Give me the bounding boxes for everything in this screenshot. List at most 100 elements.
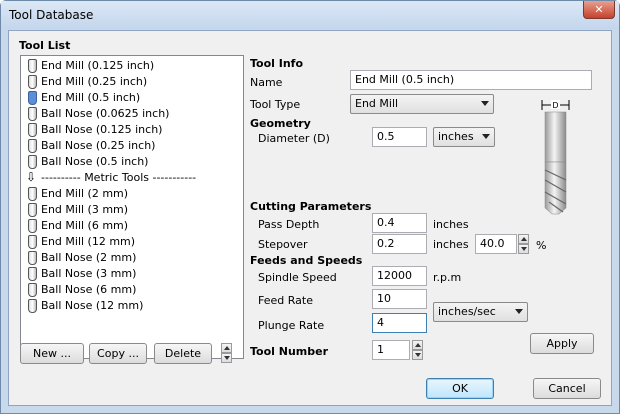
tool-number-field[interactable]: 1 bbox=[372, 340, 410, 360]
feed-rate-label: Feed Rate bbox=[258, 294, 313, 307]
plunge-rate-label: Plunge Rate bbox=[258, 319, 325, 332]
list-item-label: Ball Nose (6 mm) bbox=[41, 283, 137, 296]
tool-database-window: Tool Database ✕ Tool List End Mill (0.12… bbox=[0, 0, 620, 414]
dialog-body: Tool List End Mill (0.125 inch) End Mill … bbox=[8, 30, 612, 406]
list-item[interactable]: End Mill (0.5 inch) bbox=[21, 90, 243, 106]
list-item-label: End Mill (12 mm) bbox=[41, 235, 136, 248]
pass-depth-units: inches bbox=[433, 218, 469, 231]
ball-nose-icon bbox=[28, 107, 37, 121]
ball-nose-icon bbox=[28, 299, 37, 313]
ok-button[interactable]: OK bbox=[426, 378, 494, 399]
move-down-arrow-icon[interactable] bbox=[221, 353, 232, 363]
diameter-field[interactable]: 0.5 bbox=[372, 127, 427, 147]
ball-nose-icon bbox=[28, 155, 37, 169]
feeds-speeds-heading: Feeds and Speeds bbox=[250, 254, 363, 267]
list-item[interactable]: Ball Nose (3 mm) bbox=[21, 266, 243, 282]
divider-arrow-icon: ⇩ bbox=[26, 170, 37, 184]
end-mill-icon bbox=[28, 91, 37, 105]
geometry-heading: Geometry bbox=[250, 117, 311, 130]
list-item[interactable]: Ball Nose (6 mm) bbox=[21, 282, 243, 298]
rate-units-value: inches/sec bbox=[438, 305, 496, 318]
end-mill-icon bbox=[28, 203, 37, 217]
list-item-label: Ball Nose (0.125 inch) bbox=[41, 123, 163, 136]
end-mill-diagram-icon: D bbox=[541, 100, 570, 215]
list-item[interactable]: Ball Nose (0.25 inch) bbox=[21, 138, 243, 154]
rate-units-select[interactable]: inches/sec bbox=[433, 302, 528, 322]
plunge-rate-field[interactable]: 4 bbox=[372, 313, 427, 333]
reorder-spinner[interactable] bbox=[221, 343, 232, 363]
list-item[interactable]: End Mill (12 mm) bbox=[21, 234, 243, 250]
increment-arrow-icon[interactable] bbox=[412, 340, 423, 350]
list-item-label: End Mill (0.25 inch) bbox=[41, 75, 148, 88]
decrement-arrow-icon[interactable] bbox=[518, 244, 529, 254]
list-item-label: ---------- Metric Tools ----------- bbox=[41, 171, 197, 184]
ball-nose-icon bbox=[28, 283, 37, 297]
tool-type-label: Tool Type bbox=[250, 98, 301, 111]
cutting-parameters-heading: Cutting Parameters bbox=[250, 200, 372, 213]
feed-rate-field[interactable]: 10 bbox=[372, 289, 427, 309]
list-item-label: End Mill (6 mm) bbox=[41, 219, 129, 232]
list-item[interactable]: Ball Nose (2 mm) bbox=[21, 250, 243, 266]
tool-info-heading: Tool Info bbox=[250, 57, 304, 70]
list-item[interactable]: Ball Nose (12 mm) bbox=[21, 298, 243, 314]
ball-nose-icon bbox=[28, 123, 37, 137]
list-item[interactable]: End Mill (0.125 inch) bbox=[21, 58, 243, 74]
end-mill-icon bbox=[28, 219, 37, 233]
spindle-speed-units: r.p.m bbox=[433, 271, 462, 284]
increment-arrow-icon[interactable] bbox=[518, 234, 529, 244]
tool-type-select[interactable]: End Mill bbox=[350, 94, 494, 114]
diameter-units-value: inches bbox=[438, 130, 474, 143]
tool-number-spinner[interactable] bbox=[412, 340, 423, 360]
list-item[interactable]: Ball Nose (0.125 inch) bbox=[21, 122, 243, 138]
list-item-label: Ball Nose (3 mm) bbox=[41, 267, 137, 280]
chevron-down-icon bbox=[482, 134, 490, 139]
list-item-label: Ball Nose (0.0625 inch) bbox=[41, 107, 170, 120]
stepover-percent-field[interactable]: 40.0 bbox=[475, 234, 517, 254]
end-mill-icon bbox=[28, 235, 37, 249]
percent-sign: % bbox=[536, 239, 547, 252]
window-title: Tool Database bbox=[9, 8, 94, 22]
list-item-label: Ball Nose (0.5 inch) bbox=[41, 155, 149, 168]
list-item[interactable]: End Mill (0.25 inch) bbox=[21, 74, 243, 90]
tool-name-field[interactable]: End Mill (0.5 inch) bbox=[350, 70, 592, 90]
diameter-diagram-label: D bbox=[552, 101, 558, 110]
list-item[interactable]: ⇩ ---------- Metric Tools ----------- bbox=[21, 170, 243, 186]
end-mill-icon bbox=[28, 75, 37, 89]
apply-button[interactable]: Apply bbox=[530, 333, 594, 354]
diameter-units-select[interactable]: inches bbox=[433, 127, 495, 147]
ball-nose-icon bbox=[28, 267, 37, 281]
new-tool-button[interactable]: New ... bbox=[20, 343, 84, 364]
stepover-units: inches bbox=[433, 238, 469, 251]
list-item-label: Ball Nose (12 mm) bbox=[41, 299, 144, 312]
list-item[interactable]: End Mill (6 mm) bbox=[21, 218, 243, 234]
stepover-field[interactable]: 0.2 bbox=[372, 234, 427, 254]
ball-nose-icon bbox=[28, 139, 37, 153]
list-item[interactable]: Ball Nose (0.5 inch) bbox=[21, 154, 243, 170]
close-button[interactable]: ✕ bbox=[583, 1, 615, 19]
stepover-label: Stepover bbox=[258, 238, 308, 251]
stepover-percent-spinner[interactable] bbox=[518, 234, 529, 254]
spindle-speed-field[interactable]: 12000 bbox=[372, 266, 427, 286]
list-item[interactable]: Ball Nose (0.0625 inch) bbox=[21, 106, 243, 122]
end-mill-icon bbox=[28, 59, 37, 73]
list-item-label: End Mill (0.125 inch) bbox=[41, 59, 155, 72]
copy-tool-button[interactable]: Copy ... bbox=[89, 343, 147, 364]
move-up-arrow-icon[interactable] bbox=[221, 343, 232, 353]
pass-depth-field[interactable]: 0.4 bbox=[372, 213, 427, 233]
tool-list[interactable]: End Mill (0.125 inch) End Mill (0.25 inch… bbox=[20, 55, 244, 359]
cancel-button[interactable]: Cancel bbox=[533, 378, 601, 399]
ball-nose-icon bbox=[28, 251, 37, 265]
list-item[interactable]: End Mill (3 mm) bbox=[21, 202, 243, 218]
list-item-label: End Mill (2 mm) bbox=[41, 187, 129, 200]
title-bar[interactable]: Tool Database ✕ bbox=[1, 1, 619, 29]
pass-depth-label: Pass Depth bbox=[258, 218, 320, 231]
decrement-arrow-icon[interactable] bbox=[412, 350, 423, 360]
list-item[interactable]: End Mill (2 mm) bbox=[21, 186, 243, 202]
list-item-label: Ball Nose (0.25 inch) bbox=[41, 139, 156, 152]
delete-tool-button[interactable]: Delete bbox=[154, 343, 212, 364]
chevron-down-icon bbox=[481, 101, 489, 106]
diameter-label: Diameter (D) bbox=[258, 132, 330, 145]
end-mill-icon bbox=[28, 187, 37, 201]
tool-list-heading: Tool List bbox=[19, 39, 71, 52]
name-label: Name bbox=[250, 76, 283, 89]
